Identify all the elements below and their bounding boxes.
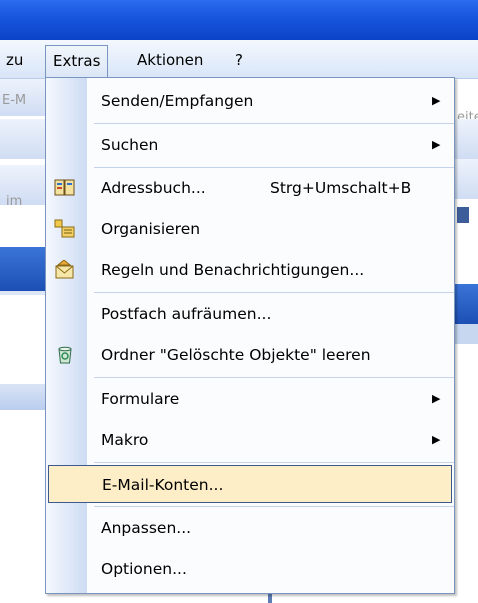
menu-item-adressbuch[interactable]: Adressbuch... Strg+Umschalt+B — [46, 169, 454, 207]
menu-item-label: Makro — [101, 431, 149, 449]
menu-zu[interactable]: zu — [6, 47, 23, 73]
menu-item-label: Formulare — [101, 390, 180, 408]
menu-item-ordner-leeren[interactable]: Ordner "Gelöschte Objekte" leeren — [46, 336, 454, 374]
menu-extras[interactable]: Extras — [45, 45, 109, 77]
menu-item-label: Postfach aufräumen... — [101, 305, 272, 323]
menu-separator — [94, 292, 454, 293]
menu-item-regeln[interactable]: Regeln und Benachrichtigungen... — [46, 251, 454, 289]
menu-separator — [94, 462, 454, 463]
menu-item-senden-empfangen[interactable]: Senden/Empfangen ▶ — [46, 82, 454, 120]
background-left: E-M im — [0, 79, 48, 603]
menu-aktionen[interactable]: Aktionen — [137, 47, 203, 73]
menu-item-label: E-Mail-Konten... — [102, 476, 224, 494]
submenu-arrow-icon: ▶ — [432, 138, 441, 151]
menu-item-label: Anpassen... — [101, 519, 192, 537]
bg-right-toolbar-2 — [455, 159, 478, 199]
menu-item-label: Suchen — [101, 136, 159, 154]
submenu-arrow-icon: ▶ — [432, 433, 441, 446]
menu-item-label: Optionen... — [101, 560, 187, 578]
menu-separator — [94, 377, 454, 378]
menu-item-postfach-aufraeumen[interactable]: Postfach aufräumen... — [46, 295, 454, 333]
menu-separator — [94, 506, 454, 507]
title-bar — [0, 0, 478, 40]
menu-item-suchen[interactable]: Suchen ▶ — [46, 126, 454, 164]
bg-divider — [0, 291, 48, 295]
bg-right-toolbar — [455, 119, 478, 159]
menu-item-label: Ordner "Gelöschte Objekte" leeren — [101, 346, 371, 364]
menu-item-anpassen[interactable]: Anpassen... — [46, 509, 454, 547]
menu-item-formulare[interactable]: Formulare ▶ — [46, 380, 454, 418]
menu-item-label: Adressbuch... — [101, 179, 206, 197]
menu-item-email-konten[interactable]: E-Mail-Konten... — [48, 465, 452, 503]
bg-right-scroll-thumb — [457, 207, 469, 223]
menu-item-label: Organisieren — [101, 220, 201, 238]
bg-toolbar-2 — [0, 119, 48, 159]
extras-dropdown-menu: Senden/Empfangen ▶ Suchen ▶ Adressbuch..… — [45, 77, 455, 594]
submenu-arrow-icon: ▶ — [432, 94, 441, 107]
bg-panel-bar — [0, 384, 48, 410]
address-book-icon — [54, 178, 76, 198]
menu-item-optionen[interactable]: Optionen... — [46, 550, 454, 588]
organize-icon — [54, 219, 76, 239]
menu-item-organisieren[interactable]: Organisieren — [46, 210, 454, 248]
menu-bar: zu Extras Aktionen ? — [0, 40, 478, 79]
bg-blue-header — [0, 247, 48, 291]
menu-item-shortcut: Strg+Umschalt+B — [270, 179, 412, 197]
bg-right-blue — [455, 284, 478, 324]
menu-separator — [94, 123, 454, 124]
bg-bottom-handle — [268, 594, 272, 603]
trash-icon — [54, 345, 76, 365]
menu-item-makro[interactable]: Makro ▶ — [46, 421, 454, 459]
bg-text-im: im — [6, 194, 23, 209]
rules-envelope-icon — [54, 259, 76, 280]
menu-item-label: Senden/Empfangen — [101, 92, 254, 110]
background-right: eite — [455, 79, 478, 603]
submenu-arrow-icon: ▶ — [432, 392, 441, 405]
menu-item-label: Regeln und Benachrichtigungen... — [101, 261, 365, 279]
menu-separator — [94, 167, 454, 168]
menu-help[interactable]: ? — [235, 47, 243, 73]
bg-text-email: E-M — [2, 93, 27, 108]
bg-right-panel — [455, 324, 478, 344]
